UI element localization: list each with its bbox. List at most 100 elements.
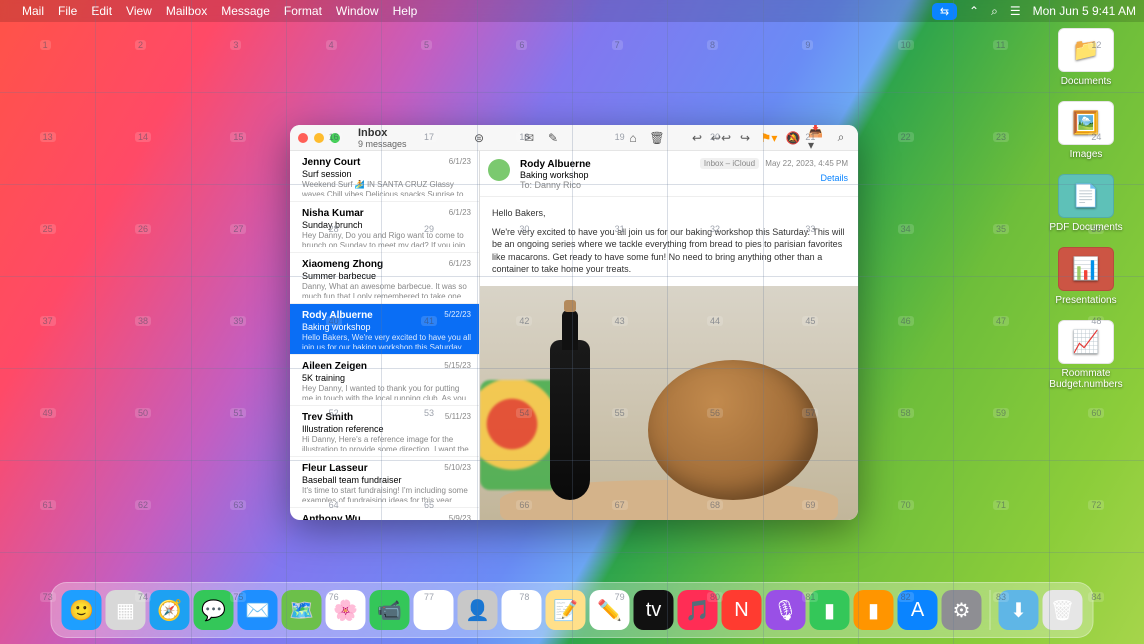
message-preview: Hello Bakers, We're very excited to have… [302,333,471,349]
message-row[interactable]: 6/1/23 Nisha Kumar Sunday brunch Hey Dan… [290,202,479,253]
dock-numbers[interactable]: ▮ [810,590,850,630]
dock-news[interactable]: N [722,590,762,630]
menu-mailbox[interactable]: Mailbox [166,4,207,18]
desktop-item[interactable]: 📊Presentations [1036,247,1136,306]
grid-cell-number: 47 [993,316,1009,326]
desktop-item[interactable]: 📄PDF Documents [1036,174,1136,233]
dock-facetime[interactable]: 📹 [370,590,410,630]
menu-mail[interactable]: Mail [22,4,44,18]
desktop-item-label: Presentations [1055,295,1116,306]
grid-cell-number: 50 [135,408,151,418]
mailbox-count: 9 messages [358,139,407,149]
archive-icon[interactable]: ⌂ [624,129,642,147]
message-row[interactable]: 5/22/23 Rody Albuerne Baking workshop He… [290,304,479,355]
reader-timestamp: May 22, 2023, 4:45 PM [765,159,848,168]
grid-cell-number: 35 [993,224,1009,234]
dock-calendar[interactable]: 5 [414,590,454,630]
message-subject: Baseball team fundraiser [302,475,471,485]
message-date: 5/15/23 [444,361,471,370]
message-from: Jenny Court [302,157,471,168]
message-subject: Illustration reference [302,424,471,434]
search-icon[interactable]: ⌕ [991,4,998,19]
dock-tv[interactable]: tv [634,590,674,630]
reply-icon[interactable]: ↩︎ [688,129,706,147]
message-date: 5/22/23 [444,310,471,319]
menu-view[interactable]: View [126,4,152,18]
clock[interactable]: Mon Jun 5 9:41 AM [1033,4,1136,18]
dock-notes[interactable]: 📝 [546,590,586,630]
wifi-icon[interactable]: ⌃ [969,4,979,18]
message-row[interactable]: 5/11/23 Trev Smith Illustration referenc… [290,406,479,457]
message-row[interactable]: 5/15/23 Aileen Zeigen 5K training Hey Da… [290,355,479,406]
desktop-icons: 📁Documents 🖼️Images 📄PDF Documents 📊Present… [1036,28,1136,404]
message-subject: Sunday brunch [302,220,471,230]
compose-icon[interactable]: ✎ [544,129,562,147]
close-button[interactable] [298,133,308,143]
dock-safari[interactable]: 🧭 [150,590,190,630]
dock-trash[interactable]: 🗑 [1043,590,1083,630]
dock-photos[interactable]: 🌸 [326,590,366,630]
message-preview: It's time to start fundraising! I'm incl… [302,486,471,502]
grid-cell-number: 11 [993,40,1008,50]
filter-icon[interactable]: ⊜ [470,129,488,147]
reader-greeting: Hello Bakers, [492,207,846,220]
message-preview: Danny, What an awesome barbecue. It was … [302,282,471,298]
dock-mail[interactable]: ✉️ [238,590,278,630]
reader-subject: Baking workshop [520,170,848,180]
forward-icon[interactable]: ↪︎ [736,129,754,147]
message-row[interactable]: 5/9/23 Anthony Wu Invite edits Hey Danny… [290,508,479,520]
dock-maps[interactable]: 🗺️ [282,590,322,630]
grid-cell-number: 62 [135,500,151,510]
move-icon[interactable]: 📥▾ [808,129,826,147]
menu-format[interactable]: Format [284,4,322,18]
message-list[interactable]: 6/1/23 Jenny Court Surf session Weekend … [290,151,480,520]
message-date: 5/10/23 [444,463,471,472]
menu-help[interactable]: Help [393,4,418,18]
desktop-item[interactable]: 📁Documents [1036,28,1136,87]
reader-to-label: To: [520,180,532,190]
minimize-button[interactable] [314,133,324,143]
grid-cell-number: 63 [230,500,246,510]
message-date: 5/11/23 [445,412,471,421]
zoom-button[interactable] [330,133,340,143]
dock-reminders[interactable]: ☑︎ [502,590,542,630]
message-date: 6/1/23 [449,208,471,217]
dock-podcasts[interactable]: 🎙 [766,590,806,630]
dock-music[interactable]: 🎵 [678,590,718,630]
desktop-item[interactable]: 📈Roommate Budget.numbers [1036,320,1136,390]
message-reader: Inbox – iCloud May 22, 2023, 4:45 PM Det… [480,151,858,520]
menu-edit[interactable]: Edit [91,4,112,18]
menu-window[interactable]: Window [336,4,379,18]
desktop-item[interactable]: 🖼️Images [1036,101,1136,160]
dock-separator [990,590,991,630]
control-center-icon[interactable]: ☰ [1010,4,1021,18]
message-subject: 5K training [302,373,471,383]
sender-avatar[interactable] [488,159,510,181]
desktop-item-label: Images [1070,149,1103,160]
dock-appstore[interactable]: A [898,590,938,630]
trash-icon[interactable]: 🗑 [648,129,666,147]
dock-launchpad[interactable]: ▦ [106,590,146,630]
message-row[interactable]: 5/10/23 Fleur Lasseur Baseball team fund… [290,457,479,508]
dock-downloads[interactable]: ⬇︎ [999,590,1039,630]
reader-mailbox-tag: Inbox – iCloud [700,158,759,169]
dock-freeform[interactable]: ✏️ [590,590,630,630]
dock-finder[interactable]: 🙂 [62,590,102,630]
menu-file[interactable]: File [58,4,77,18]
grid-cell-number: 2 [135,40,146,50]
dock-keynote[interactable]: ▮ [854,590,894,630]
dock-settings[interactable]: ⚙︎ [942,590,982,630]
screen-mirroring-icon[interactable]: ⇆ [932,3,957,20]
reply-all-icon[interactable]: ↩︎↩︎ [712,129,730,147]
envelope-icon[interactable]: ✉︎ [520,129,538,147]
message-row[interactable]: 6/1/23 Jenny Court Surf session Weekend … [290,151,479,202]
search-icon[interactable]: ⌕ [832,129,850,147]
grid-cell-number: 70 [898,500,914,510]
flag-icon[interactable]: ⚑▾ [760,129,778,147]
menu-message[interactable]: Message [221,4,270,18]
mute-icon[interactable]: 🔕 [784,129,802,147]
dock-messages[interactable]: 💬 [194,590,234,630]
dock-contacts[interactable]: 👤 [458,590,498,630]
message-row[interactable]: 6/1/23 Xiaomeng Zhong Summer barbecue Da… [290,253,479,304]
details-link[interactable]: Details [820,173,848,183]
